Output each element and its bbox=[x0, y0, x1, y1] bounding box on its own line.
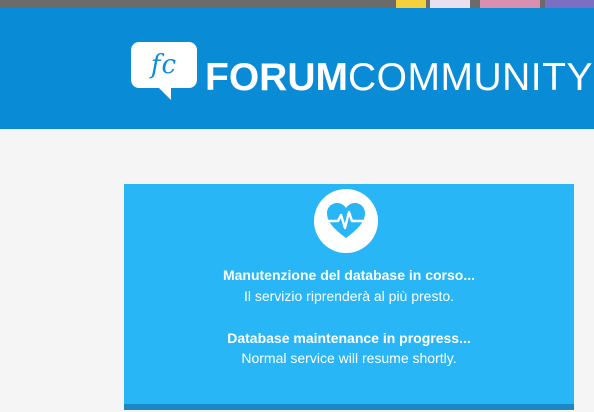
logo-speech-bubble-icon: fc bbox=[131, 42, 197, 88]
heart-pulse-icon bbox=[314, 189, 378, 253]
decorative-banner-fragment bbox=[545, 0, 594, 8]
english-maintenance-title: Database maintenance in progress... bbox=[227, 330, 471, 346]
maintenance-notice-card: Manutenzione del database in corso... Il… bbox=[124, 184, 574, 410]
logo-wordmark-bold: FORUM bbox=[205, 56, 348, 99]
site-header: fc FORUMCOMMUNITY bbox=[0, 8, 594, 129]
decorative-banner-fragment bbox=[480, 0, 540, 8]
english-maintenance-subtitle: Normal service will resume shortly. bbox=[241, 350, 457, 366]
logo-wordmark: FORUMCOMMUNITY bbox=[205, 55, 593, 101]
decorative-banner-fragment bbox=[430, 0, 470, 8]
logo-initials: fc bbox=[150, 50, 178, 80]
italian-maintenance-title: Manutenzione del database in corso... bbox=[222, 267, 476, 283]
top-image-strip bbox=[0, 0, 594, 8]
italian-maintenance-subtitle: Il servizio riprenderà al più presto. bbox=[243, 288, 455, 304]
decorative-banner-fragment bbox=[396, 0, 426, 8]
site-logo[interactable]: fc FORUMCOMMUNITY bbox=[131, 42, 592, 104]
logo-bubble-tail bbox=[157, 86, 171, 100]
logo-wordmark-light: COMMUNITY bbox=[347, 56, 593, 99]
heart-pulse-icon-graphic bbox=[327, 203, 365, 238]
